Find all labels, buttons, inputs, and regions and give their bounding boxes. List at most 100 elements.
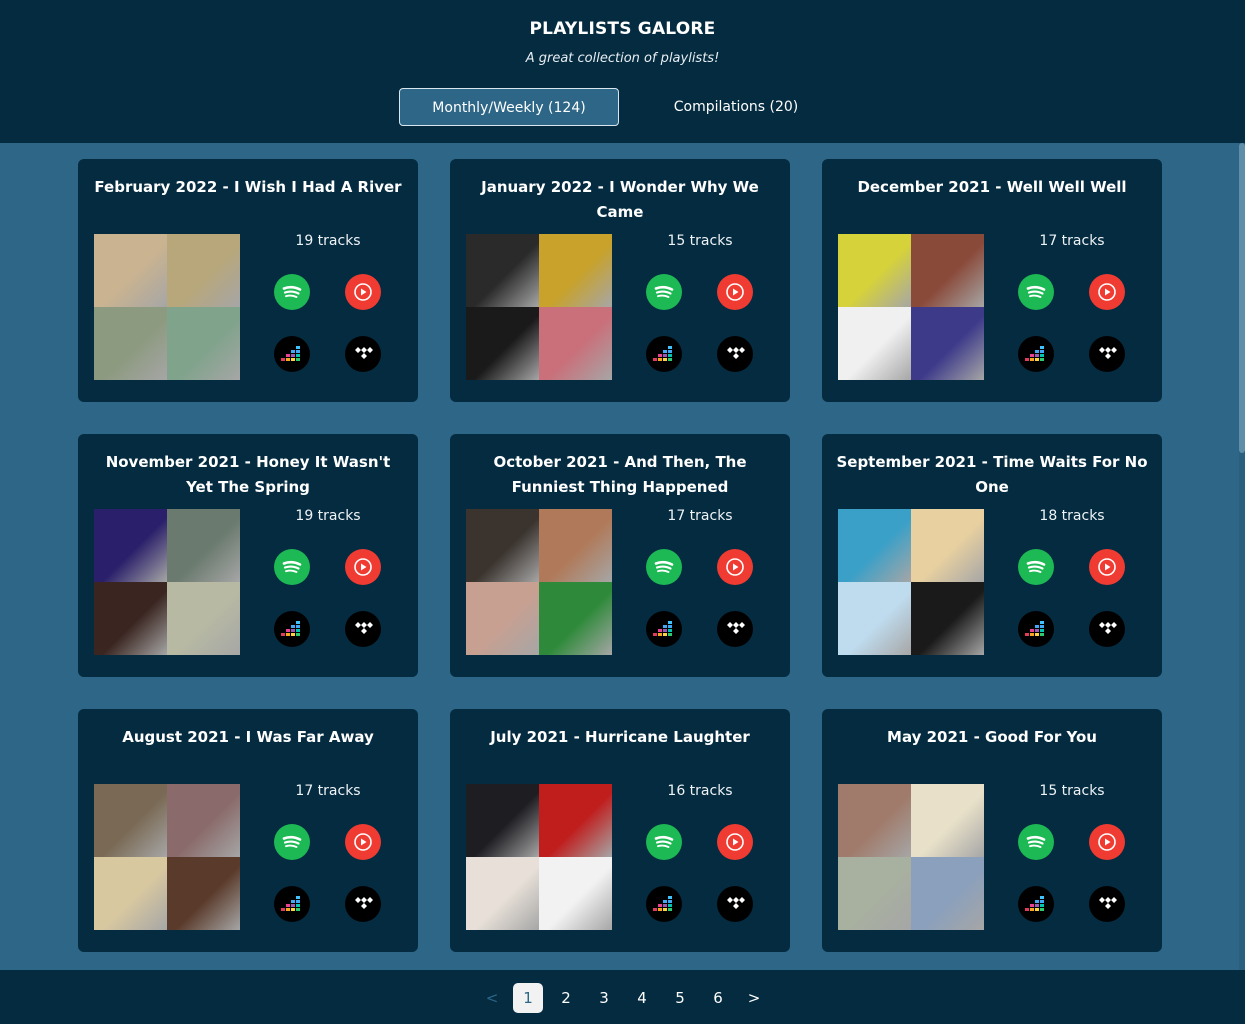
playlist-card[interactable]: January 2022 - I Wonder Why We Came 15 tr… — [450, 159, 790, 402]
spotify-button[interactable] — [646, 824, 682, 860]
tidal-button[interactable] — [345, 336, 381, 372]
pagination-page-6[interactable]: 6 — [703, 983, 733, 1013]
tidal-button[interactable] — [1089, 611, 1125, 647]
playlist-card[interactable]: October 2021 - And Then, The Funniest Th… — [450, 434, 790, 677]
album-cover — [167, 582, 240, 655]
deezer-button[interactable] — [646, 886, 682, 922]
album-cover — [94, 234, 167, 307]
deezer-icon — [653, 621, 675, 637]
youtube-music-icon — [724, 281, 746, 303]
pagination-prev[interactable]: < — [477, 983, 507, 1013]
tidal-button[interactable] — [345, 886, 381, 922]
spotify-icon — [1023, 829, 1049, 855]
album-cover — [911, 509, 984, 582]
album-cover — [466, 784, 539, 857]
playlist-card[interactable]: July 2021 - Hurricane Laughter 16 tracks — [450, 709, 790, 952]
pagination-page-3[interactable]: 3 — [589, 983, 619, 1013]
deezer-button[interactable] — [646, 336, 682, 372]
playlist-card[interactable]: August 2021 - I Was Far Away 17 tracks — [78, 709, 418, 952]
album-cover — [539, 784, 612, 857]
pagination-page-4[interactable]: 4 — [627, 983, 657, 1013]
tidal-button[interactable] — [717, 336, 753, 372]
playlist-title: July 2021 - Hurricane Laughter — [490, 728, 750, 746]
deezer-icon — [281, 621, 303, 637]
playlist-title: October 2021 - And Then, The Funniest Th… — [493, 453, 747, 496]
album-cover — [911, 234, 984, 307]
youtube-music-button[interactable] — [717, 549, 753, 585]
deezer-button[interactable] — [1018, 886, 1054, 922]
deezer-button[interactable] — [1018, 611, 1054, 647]
album-cover — [911, 307, 984, 380]
deezer-icon — [653, 346, 675, 362]
deezer-button[interactable] — [274, 611, 310, 647]
deezer-button[interactable] — [274, 336, 310, 372]
spotify-button[interactable] — [1018, 824, 1054, 860]
youtube-music-button[interactable] — [345, 824, 381, 860]
deezer-button[interactable] — [646, 611, 682, 647]
deezer-icon — [1025, 896, 1047, 912]
tidal-icon — [352, 896, 374, 912]
youtube-music-icon — [352, 556, 374, 578]
spotify-icon — [651, 279, 677, 305]
spotify-icon — [1023, 279, 1049, 305]
album-cover — [466, 307, 539, 380]
album-cover — [838, 582, 911, 655]
spotify-button[interactable] — [1018, 274, 1054, 310]
tidal-button[interactable] — [717, 611, 753, 647]
spotify-button[interactable] — [646, 274, 682, 310]
tidal-button[interactable] — [1089, 886, 1125, 922]
pagination-page-5[interactable]: 5 — [665, 983, 695, 1013]
pagination-next[interactable]: > — [739, 983, 769, 1013]
youtube-music-button[interactable] — [1089, 549, 1125, 585]
youtube-music-button[interactable] — [345, 549, 381, 585]
track-count: 15 tracks — [667, 233, 733, 249]
spotify-button[interactable] — [274, 549, 310, 585]
page-title: PLAYLISTS GALORE — [529, 19, 716, 39]
pagination-page-2[interactable]: 2 — [551, 983, 581, 1013]
tidal-button[interactable] — [345, 611, 381, 647]
spotify-button[interactable] — [646, 549, 682, 585]
deezer-button[interactable] — [274, 886, 310, 922]
youtube-music-button[interactable] — [1089, 824, 1125, 860]
tidal-icon — [352, 621, 374, 637]
tidal-button[interactable] — [1089, 336, 1125, 372]
album-cover — [94, 857, 167, 930]
youtube-music-button[interactable] — [717, 824, 753, 860]
playlist-title: January 2022 - I Wonder Why We Came — [481, 178, 759, 221]
album-cover — [838, 509, 911, 582]
spotify-icon — [651, 829, 677, 855]
youtube-music-icon — [1096, 281, 1118, 303]
playlist-title: February 2022 - I Wish I Had A River — [94, 178, 402, 196]
playlist-card[interactable]: November 2021 - Honey It Wasn't Yet The … — [78, 434, 418, 677]
tidal-button[interactable] — [717, 886, 753, 922]
scrollbar-thumb[interactable] — [1239, 143, 1245, 453]
playlist-card[interactable]: May 2021 - Good For You 15 tracks — [822, 709, 1162, 952]
youtube-music-button[interactable] — [717, 274, 753, 310]
tab-compilations[interactable]: Compilations (20) — [626, 88, 846, 126]
album-cover — [539, 857, 612, 930]
album-cover-collage — [94, 509, 240, 655]
album-cover — [539, 509, 612, 582]
playlist-title: December 2021 - Well Well Well — [857, 178, 1127, 196]
pagination-page-1[interactable]: 1 — [513, 983, 543, 1013]
youtube-music-icon — [724, 556, 746, 578]
album-cover-collage — [838, 509, 984, 655]
album-cover — [838, 784, 911, 857]
spotify-button[interactable] — [274, 274, 310, 310]
spotify-icon — [279, 829, 305, 855]
tidal-icon — [724, 896, 746, 912]
deezer-icon — [653, 896, 675, 912]
deezer-button[interactable] — [1018, 336, 1054, 372]
album-cover — [838, 857, 911, 930]
tab-monthly-weekly[interactable]: Monthly/Weekly (124) — [399, 88, 619, 126]
spotify-button[interactable] — [1018, 549, 1054, 585]
playlist-card[interactable]: September 2021 - Time Waits For No One 18… — [822, 434, 1162, 677]
youtube-music-button[interactable] — [1089, 274, 1125, 310]
album-cover — [167, 784, 240, 857]
album-cover-collage — [466, 784, 612, 930]
playlist-card[interactable]: December 2021 - Well Well Well 17 tracks — [822, 159, 1162, 402]
youtube-music-button[interactable] — [345, 274, 381, 310]
spotify-button[interactable] — [274, 824, 310, 860]
playlist-card[interactable]: February 2022 - I Wish I Had A River 19 t… — [78, 159, 418, 402]
album-cover-collage — [466, 509, 612, 655]
